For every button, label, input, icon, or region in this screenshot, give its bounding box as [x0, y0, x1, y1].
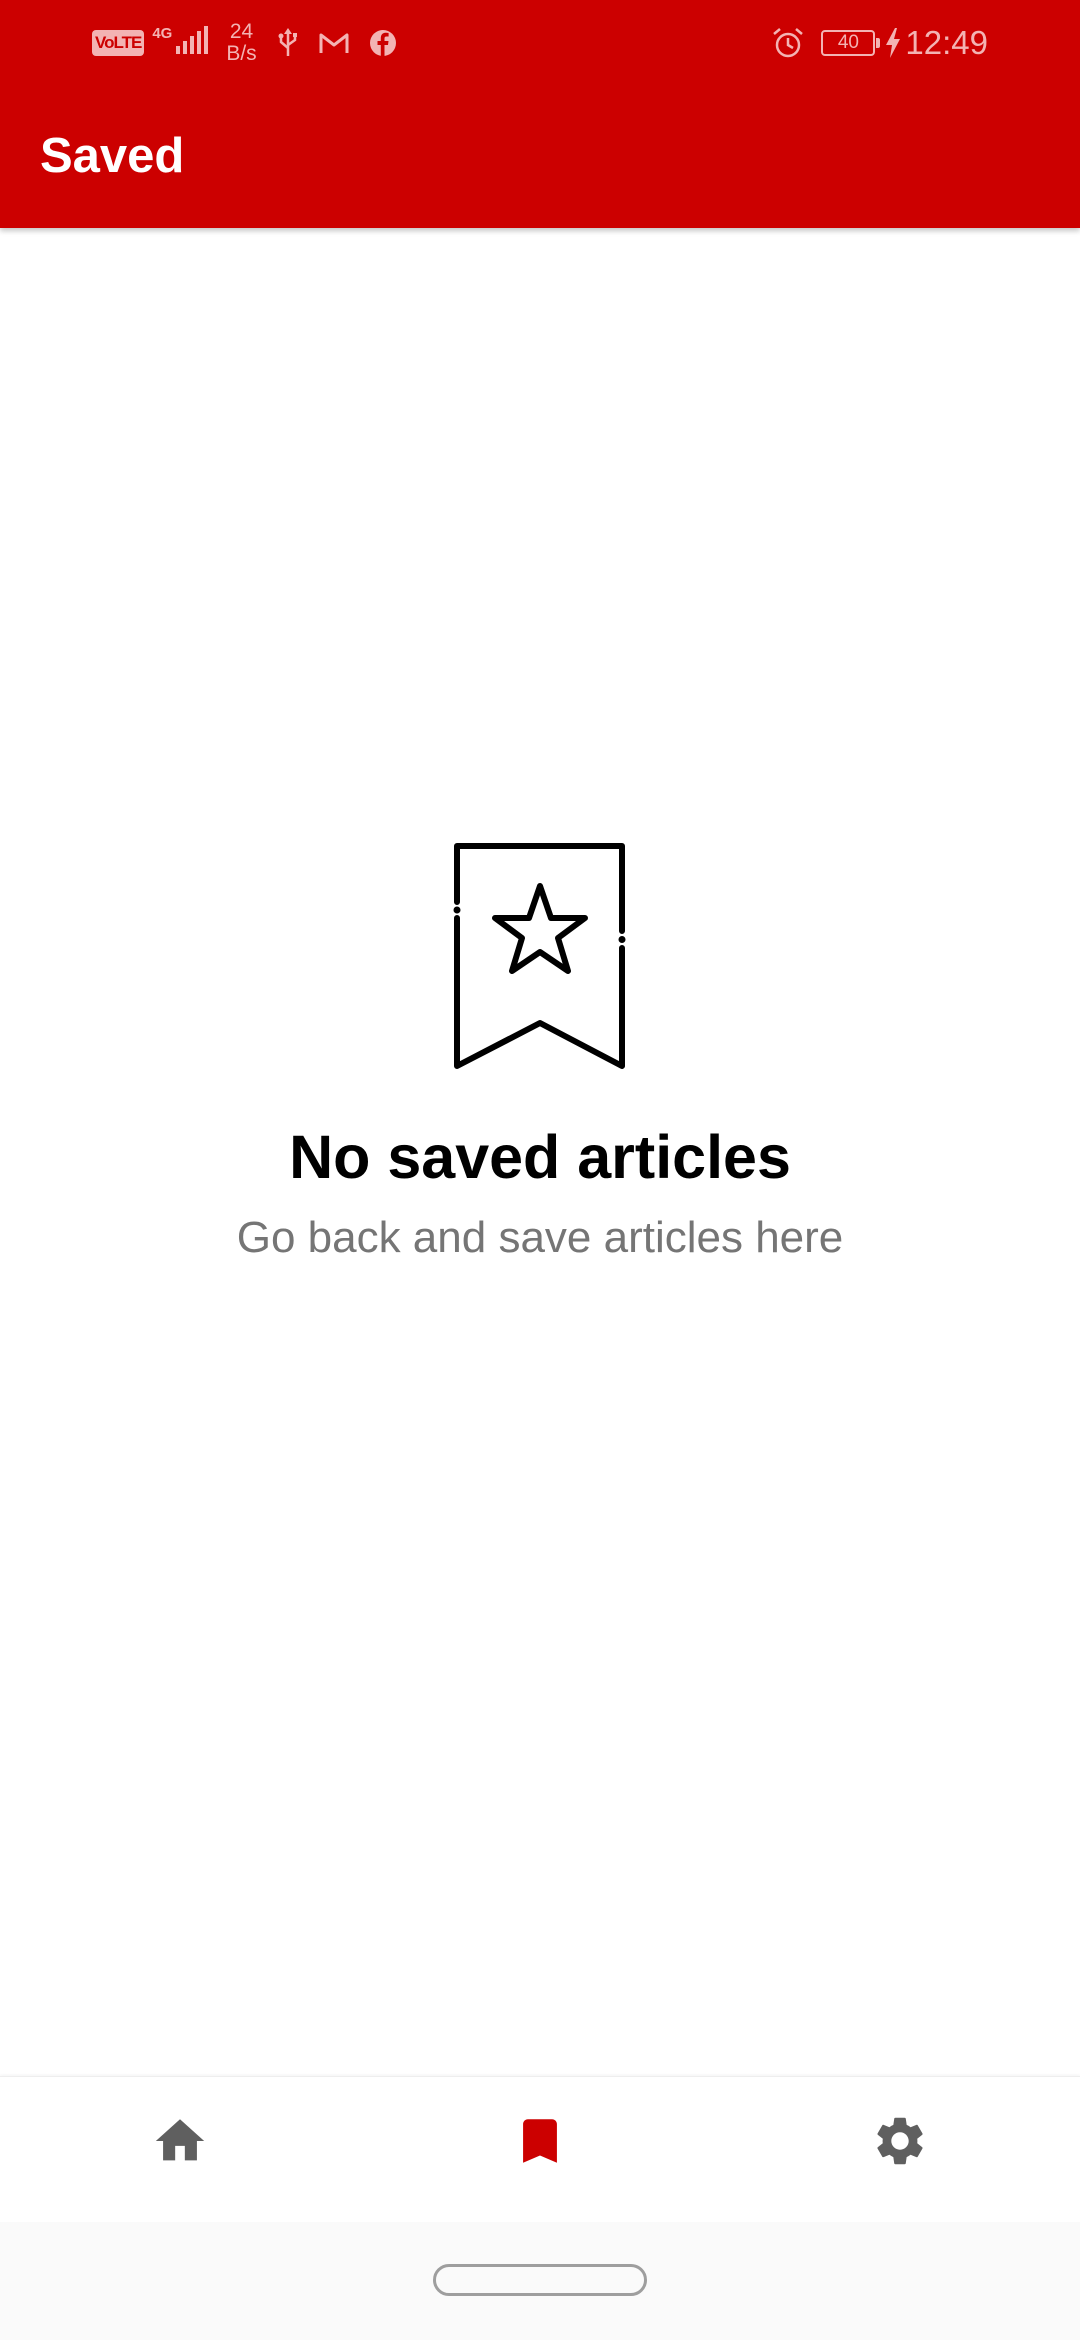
network-type-label: 4G [152, 24, 173, 42]
empty-state-title: No saved articles [289, 1123, 791, 1191]
bottom-navigation [0, 2076, 1080, 2223]
network-speed-unit: B/s [226, 42, 257, 65]
system-navigation-bar [0, 2222, 1080, 2340]
settings-icon [877, 2117, 923, 2165]
gmail-icon [319, 31, 349, 55]
network-speed: 24 B/s [226, 21, 256, 65]
battery-icon: 40 [821, 30, 881, 56]
bookmark-icon [523, 2119, 557, 2163]
empty-state: No saved articles Go back and save artic… [0, 840, 1080, 1266]
usb-icon [277, 28, 299, 58]
empty-state-subtitle: Go back and save articles here [236, 1213, 844, 1262]
home-gesture-handle[interactable] [433, 2264, 647, 2296]
nav-home[interactable] [0, 2077, 360, 2223]
app-bar: Saved [0, 84, 1080, 228]
header: VoLTE 4G 24 B/s 40 12:49 Saved [0, 0, 1080, 228]
status-bar-right: 40 12:49 [751, 18, 988, 68]
nav-settings[interactable] [720, 2077, 1080, 2223]
status-time: 12:49 [905, 24, 988, 61]
volte-icon: VoLTE [92, 30, 145, 56]
status-bar-left: VoLTE 4G 24 B/s [92, 18, 397, 68]
charging-icon [885, 28, 901, 58]
home-icon [155, 2119, 205, 2161]
status-bar: VoLTE 4G 24 B/s 40 12:49 [0, 0, 1080, 84]
battery-level: 40 [837, 32, 859, 53]
facebook-icon [369, 29, 397, 57]
signal-icon [174, 25, 209, 61]
bookmark-star-icon [453, 843, 626, 1069]
network-speed-value: 24 [229, 20, 254, 43]
nav-saved[interactable] [360, 2077, 720, 2223]
page-title: Saved [40, 129, 185, 183]
alarm-icon [771, 26, 805, 60]
